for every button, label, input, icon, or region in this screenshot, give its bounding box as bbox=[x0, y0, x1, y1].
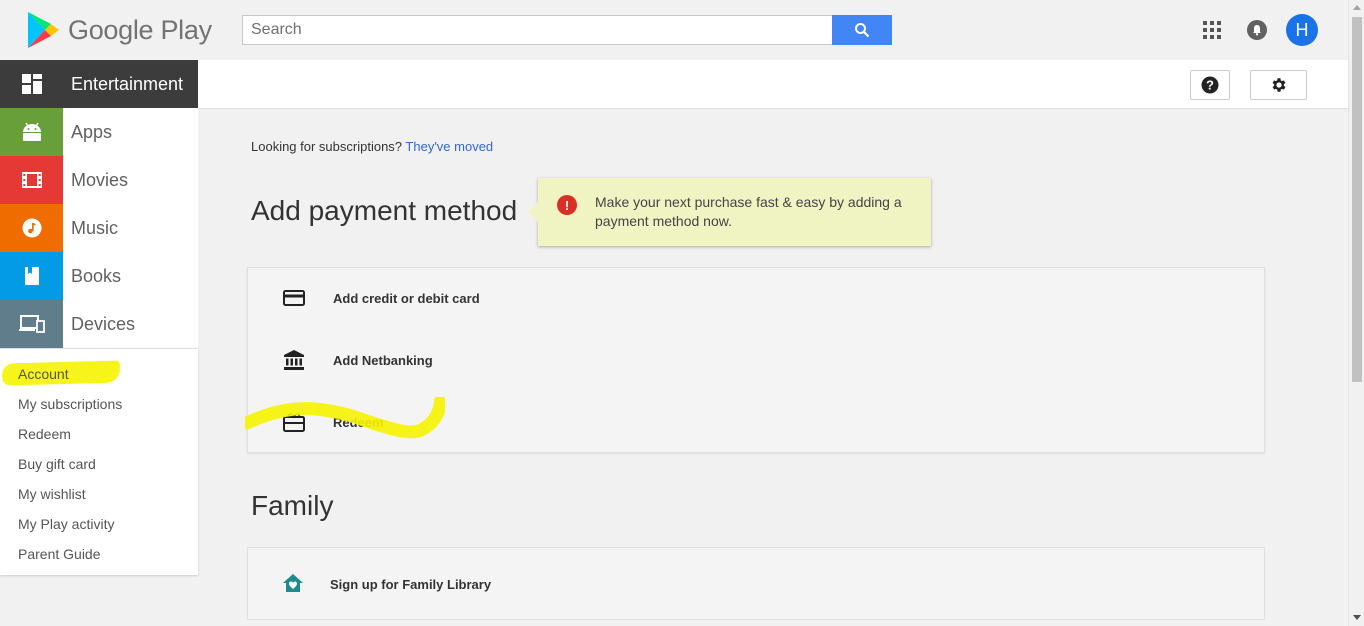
sidebar-item-entertainment[interactable]: Entertainment bbox=[0, 60, 198, 108]
page-scrollbar[interactable] bbox=[1348, 0, 1364, 626]
sidebar-item-music[interactable]: Music bbox=[0, 204, 198, 252]
devices-icon bbox=[18, 315, 45, 333]
music-note-icon bbox=[22, 218, 41, 238]
highlighter-mark bbox=[245, 397, 445, 439]
sidebar-item-label: Books bbox=[71, 265, 122, 286]
sidebar-link-parent-guide[interactable]: Parent Guide bbox=[0, 539, 198, 569]
sidebar-item-apps[interactable]: Apps bbox=[0, 108, 198, 156]
family-heading: Family bbox=[251, 490, 334, 521]
apps-grid-icon[interactable] bbox=[1203, 21, 1221, 39]
scroll-thumb[interactable] bbox=[1352, 17, 1362, 382]
google-play-logo[interactable]: Google Play bbox=[26, 11, 212, 49]
family-home-icon bbox=[282, 572, 306, 596]
bank-icon bbox=[282, 348, 306, 372]
help-button[interactable]: ? bbox=[1190, 70, 1230, 100]
sub-toolbar: ? bbox=[198, 60, 1348, 109]
family-library-card[interactable]: Sign up for Family Library bbox=[247, 547, 1265, 620]
settings-button[interactable] bbox=[1250, 70, 1307, 100]
sidebar-link-buy-gift-card[interactable]: Buy gift card bbox=[0, 449, 198, 479]
svg-text:?: ? bbox=[1206, 78, 1214, 93]
scroll-up-arrow-icon[interactable] bbox=[1353, 5, 1361, 10]
search-input[interactable] bbox=[242, 15, 832, 45]
sidebar-link-account[interactable]: Account bbox=[0, 359, 198, 389]
subscriptions-notice: Looking for subscriptions? They've moved bbox=[251, 139, 494, 154]
search-icon bbox=[855, 23, 870, 38]
option-label: Add credit or debit card bbox=[333, 290, 480, 306]
help-icon: ? bbox=[1201, 76, 1219, 94]
sidebar-item-label: Apps bbox=[71, 121, 113, 142]
family-option-label: Sign up for Family Library bbox=[330, 577, 492, 592]
sidebar-item-books[interactable]: Books bbox=[0, 252, 198, 300]
subscriptions-moved-link[interactable]: They've moved bbox=[405, 139, 493, 154]
tooltip-text: Make your next purchase fast & easy by a… bbox=[595, 194, 902, 229]
sidebar: Entertainment Apps Movies Music Books De… bbox=[0, 60, 198, 575]
payment-heading: Add payment method bbox=[251, 195, 518, 226]
account-avatar[interactable]: H bbox=[1286, 14, 1318, 46]
sidebar-link-redeem[interactable]: Redeem bbox=[0, 419, 198, 449]
sidebar-link-my-subscriptions[interactable]: My subscriptions bbox=[0, 389, 198, 419]
sidebar-link-my-play-activity[interactable]: My Play activity bbox=[0, 509, 198, 539]
scroll-down-arrow-icon[interactable] bbox=[1353, 615, 1361, 620]
play-triangle-icon bbox=[28, 12, 59, 48]
book-icon bbox=[24, 267, 39, 285]
sidebar-links: Account My subscriptions Redeem Buy gift… bbox=[0, 348, 198, 575]
android-icon bbox=[22, 122, 41, 141]
option-label: Add Netbanking bbox=[333, 352, 433, 368]
error-info-icon: ! bbox=[557, 195, 577, 215]
film-icon bbox=[21, 172, 42, 188]
search-button[interactable] bbox=[832, 15, 892, 45]
sidebar-item-label: Music bbox=[71, 217, 119, 238]
top-bar: Google Play H bbox=[0, 0, 1348, 60]
credit-card-icon bbox=[282, 286, 306, 310]
payment-tooltip: ! Make your next purchase fast & easy by… bbox=[528, 178, 931, 246]
gear-icon bbox=[1272, 78, 1285, 92]
search-bar bbox=[242, 15, 892, 45]
notifications-bell-icon[interactable] bbox=[1247, 20, 1267, 40]
sidebar-item-devices[interactable]: Devices bbox=[0, 300, 198, 348]
entertainment-grid-icon bbox=[21, 74, 42, 94]
sidebar-item-movies[interactable]: Movies bbox=[0, 156, 198, 204]
logo-text: Google Play bbox=[68, 14, 212, 45]
sidebar-item-label: Devices bbox=[71, 313, 136, 334]
sidebar-link-my-wishlist[interactable]: My wishlist bbox=[0, 479, 198, 509]
sidebar-item-label: Entertainment bbox=[71, 73, 184, 94]
sidebar-item-label: Movies bbox=[71, 169, 129, 190]
